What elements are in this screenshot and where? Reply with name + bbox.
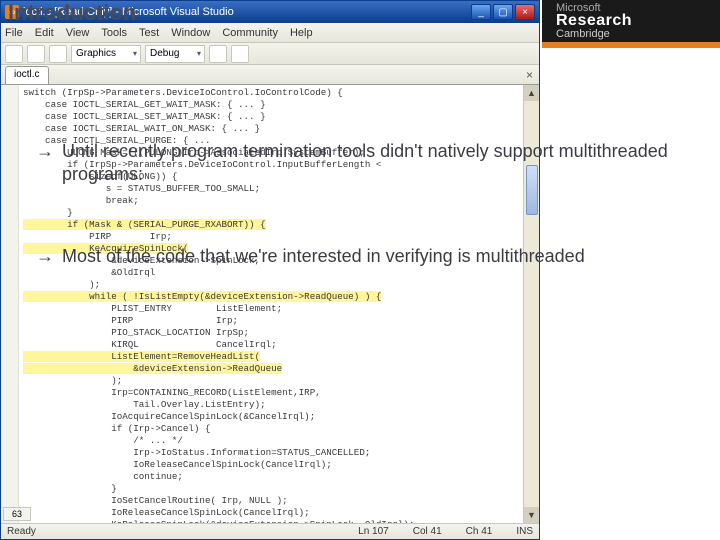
- close-button[interactable]: ×: [515, 4, 535, 20]
- bullet-2: → Most of the code that we're interested…: [36, 245, 710, 268]
- menu-community[interactable]: Community: [222, 27, 278, 39]
- statusbar: Ready Ln 107 Col 41 Ch 41 INS: [1, 523, 539, 539]
- menu-view[interactable]: View: [66, 27, 90, 39]
- code-line: case IOCTL_SERIAL_GET_WAIT_MASK: { ... }: [23, 99, 266, 110]
- code-line: IoAcquireCancelSpinLock(&CancelIrql);: [23, 411, 315, 422]
- editor-gutter: [1, 85, 19, 523]
- code-line: PIO_STACK_LOCATION IrpSp;: [23, 327, 249, 338]
- code-line: switch (IrpSp->Parameters.DeviceIoContro…: [23, 87, 343, 98]
- toolbar-button[interactable]: [231, 45, 249, 63]
- brand-orange-bar: [542, 42, 720, 48]
- menu-window[interactable]: Window: [171, 27, 210, 39]
- code-line: continue;: [23, 471, 183, 482]
- toolbar-button[interactable]: [49, 45, 67, 63]
- document-tabs: ioctl.c ×: [1, 65, 539, 85]
- window-buttons: _ ▢ ×: [471, 4, 535, 20]
- bullet-1-text: Until recently program termination tools…: [62, 140, 710, 185]
- bullet-1: → Until recently program termination too…: [36, 140, 710, 185]
- code-line: KIRQL CancelIrql;: [23, 339, 277, 350]
- toolbar-button[interactable]: [5, 45, 23, 63]
- config-dropdown[interactable]: Debug: [145, 45, 205, 63]
- toolbar-button[interactable]: [27, 45, 45, 63]
- minimize-button[interactable]: _: [471, 4, 491, 20]
- code-line: /* ... */: [23, 435, 183, 446]
- tab-ioctl[interactable]: ioctl.c: [5, 66, 49, 84]
- toolbar-button[interactable]: [209, 45, 227, 63]
- tab-close-icon[interactable]: ×: [526, 68, 539, 82]
- menubar: File Edit View Tools Test Window Communi…: [1, 23, 539, 43]
- bullet-2-text: Most of the code that we're interested i…: [62, 245, 585, 268]
- code-line: case IOCTL_SERIAL_SET_WAIT_MASK: { ... }: [23, 111, 266, 122]
- passage-indicator: 63: [3, 507, 31, 521]
- menu-tools[interactable]: Tools: [101, 27, 127, 39]
- status-ins: INS: [516, 526, 533, 537]
- toolbar: Graphics Debug: [1, 43, 539, 65]
- menu-help[interactable]: Help: [290, 27, 313, 39]
- menu-edit[interactable]: Edit: [35, 27, 54, 39]
- slide-bullets: → Until recently program termination too…: [36, 140, 710, 328]
- scroll-up-icon[interactable]: ▲: [524, 85, 539, 101]
- ms-research-brand: Microsoft Research Cambridge: [542, 0, 720, 42]
- brand-cambridge: Cambridge: [556, 28, 610, 40]
- code-line: if (Irp->Cancel) {: [23, 423, 210, 434]
- arrow-icon: →: [36, 140, 54, 163]
- status-col: Col 41: [413, 526, 442, 537]
- code-line: }: [23, 483, 117, 494]
- code-line: Tail.Overlay.ListEntry);: [23, 399, 266, 410]
- slide-title: Introduction: [8, 0, 136, 26]
- status-ch: Ch 41: [466, 526, 493, 537]
- maximize-button[interactable]: ▢: [493, 4, 513, 20]
- graphics-dropdown[interactable]: Graphics: [71, 45, 141, 63]
- code-line: Irp=CONTAINING_RECORD(ListElement,IRP,: [23, 387, 321, 398]
- menu-file[interactable]: File: [5, 27, 23, 39]
- code-line: case IOCTL_SERIAL_WAIT_ON_MASK: { ... }: [23, 123, 260, 134]
- code-line: IoReleaseCancelSpinLock(CancelIrql);: [23, 507, 310, 518]
- code-line: Irp->IoStatus.Information=STATUS_CANCELL…: [23, 447, 370, 458]
- status-line: Ln 107: [358, 526, 389, 537]
- code-line: IoReleaseCancelSpinLock(CancelIrql);: [23, 459, 332, 470]
- code-line-highlight: &deviceExtension->ReadQueue: [23, 363, 282, 374]
- status-ready: Ready: [7, 526, 36, 537]
- code-line-highlight: ListElement=RemoveHeadList(: [23, 351, 260, 362]
- code-line: );: [23, 375, 122, 386]
- arrow-icon: →: [36, 245, 54, 268]
- code-line: IoSetCancelRoutine( Irp, NULL );: [23, 495, 288, 506]
- scroll-down-icon[interactable]: ▼: [524, 507, 539, 523]
- menu-test[interactable]: Test: [139, 27, 159, 39]
